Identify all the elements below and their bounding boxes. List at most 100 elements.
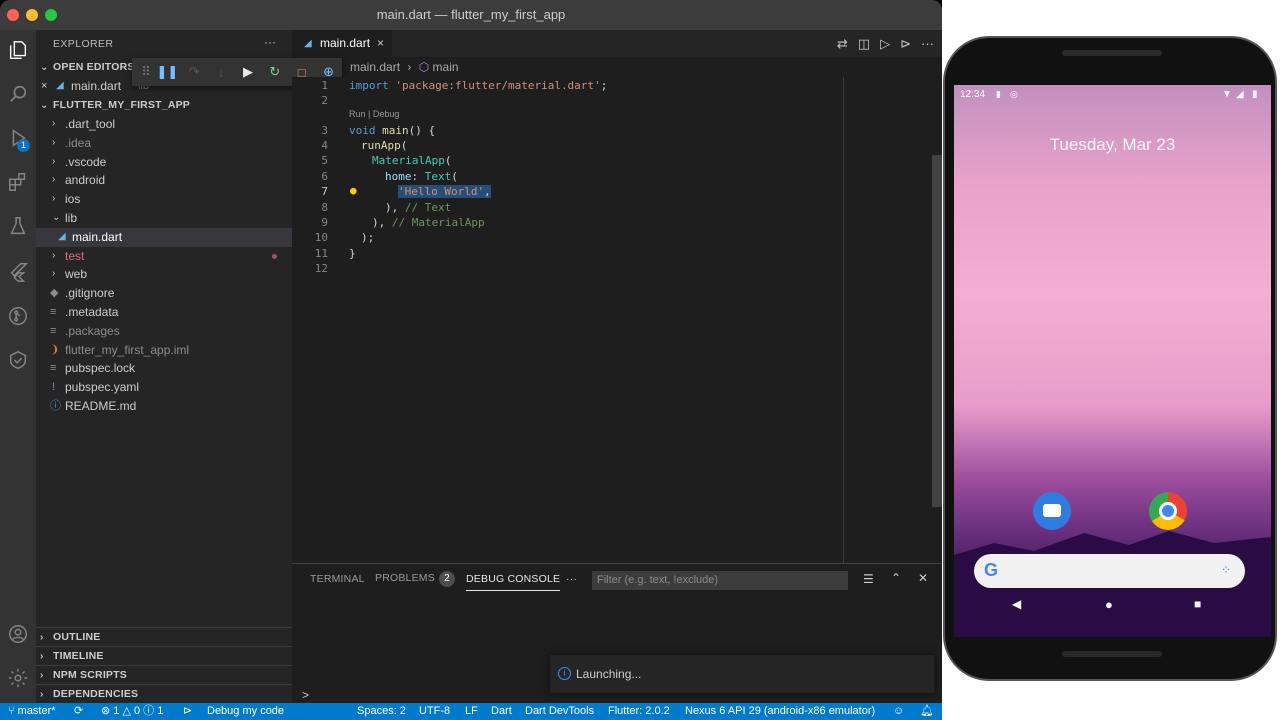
branch-status[interactable]: ⑂ master* — [8, 703, 56, 720]
tree-item-idea[interactable]: › .idea — [36, 134, 292, 153]
restart-icon[interactable]: ↻ — [261, 58, 288, 86]
chevron-right-icon: › — [52, 136, 56, 148]
phone-screen[interactable]: 12:34 ▮ ◎ ▼ ◢ ▮ Tuesday, Mar 23 G ⁘ ◀ ● … — [954, 85, 1271, 637]
encoding-status[interactable]: UTF-8 — [419, 703, 450, 720]
step-into-icon[interactable]: ↓ — [208, 58, 235, 86]
maximize-window-button[interactable] — [45, 9, 57, 21]
tab-problems[interactable]: PROBLEMS 2 — [375, 571, 455, 587]
extensions-icon[interactable] — [4, 168, 32, 196]
tree-item-test[interactable]: › test — [36, 247, 292, 266]
account-icon[interactable] — [4, 620, 32, 648]
eol-status[interactable]: LF — [465, 703, 478, 720]
drag-handle-icon[interactable]: ⠿ — [138, 58, 154, 86]
flutter-version-status[interactable]: Flutter: 2.0.2 — [608, 703, 670, 720]
panel-more-icon[interactable]: ··· — [566, 573, 577, 585]
back-nav-icon[interactable]: ◀ — [1012, 597, 1021, 611]
npm-scripts-section[interactable]: › NPM SCRIPTS — [36, 665, 292, 684]
tree-item-dart-tool[interactable]: › .dart_tool — [36, 115, 292, 134]
tree-item-iml[interactable]: ❩ flutter_my_first_app.iml — [36, 341, 292, 360]
flutter-icon[interactable] — [4, 258, 32, 286]
indentation-status[interactable]: Spaces: 2 — [357, 703, 406, 720]
file-tree: › .dart_tool › .idea › .vscode › android › io… — [36, 115, 292, 416]
breadcrumb-symbol[interactable]: main — [433, 60, 459, 74]
launching-notification: i Launching... — [550, 655, 934, 693]
tab-debug-console[interactable]: DEBUG CONSOLE — [466, 573, 561, 591]
rss-file-icon: ❩ — [50, 343, 60, 356]
pause-icon[interactable]: ❚❚ — [154, 58, 181, 86]
run-debug-codelens[interactable]: Run | Debug — [349, 109, 399, 119]
testing-icon[interactable] — [4, 212, 32, 240]
tree-item-pubspec-lock[interactable]: ≡ pubspec.lock — [36, 359, 292, 378]
tree-item-web[interactable]: › web — [36, 265, 292, 284]
debug-config-status[interactable]: Debug my code — [207, 703, 284, 720]
assistant-icon[interactable]: ⁘ — [1221, 563, 1231, 577]
console-prompt[interactable]: > — [302, 688, 309, 702]
chrome-app-icon[interactable] — [1149, 492, 1187, 530]
line-number: 6 — [321, 170, 328, 183]
clear-console-icon[interactable]: ☰ — [863, 572, 874, 586]
code-editor[interactable]: 1 2 3 4 5 6 7 8 9 10 11 12 import 'packa… — [292, 77, 942, 563]
debug-icon[interactable]: ⊳ — [900, 36, 911, 52]
outline-section[interactable]: › OUTLINE — [36, 627, 292, 646]
sync-icon[interactable]: ⟳ — [74, 703, 83, 720]
code-line-7: 'Hello World', — [398, 185, 491, 198]
project-section[interactable]: ⌄ FLUTTER_MY_FIRST_APP — [36, 96, 292, 115]
file-lines-icon: ≡ — [50, 324, 57, 337]
close-icon[interactable]: × — [377, 30, 384, 57]
tab-main-dart[interactable]: ◢ main.dart × — [292, 30, 392, 57]
close-icon[interactable]: × — [41, 77, 47, 96]
run-icon[interactable]: ▷ — [880, 36, 890, 52]
step-out-icon[interactable]: ▶ — [235, 58, 262, 86]
home-date: Tuesday, Mar 23 — [1049, 135, 1176, 154]
close-window-button[interactable] — [7, 9, 19, 21]
language-status[interactable]: Dart — [491, 703, 512, 720]
editor-scrollbar[interactable] — [932, 77, 942, 563]
recents-nav-icon[interactable]: ■ — [1194, 597, 1201, 611]
debug-launch-icon[interactable]: ⊳ — [183, 703, 192, 720]
error-dot-icon — [272, 253, 277, 259]
more-actions-icon[interactable]: ··· — [921, 36, 934, 51]
messages-app-icon[interactable] — [1033, 492, 1071, 530]
device-status[interactable]: Nexus 6 API 29 (android-x86 emulator) — [685, 703, 875, 720]
tree-item-lib[interactable]: ⌄ lib — [36, 209, 292, 228]
explorer-icon[interactable] — [4, 36, 32, 64]
tree-item-ios[interactable]: › ios — [36, 190, 292, 209]
explorer-title: EXPLORER — [53, 38, 114, 50]
dependencies-section[interactable]: › DEPENDENCIES — [36, 684, 292, 703]
breadcrumb-file[interactable]: main.dart — [350, 60, 400, 74]
devtools-status[interactable]: Dart DevTools — [525, 703, 594, 720]
search-icon[interactable] — [4, 80, 32, 108]
tab-terminal[interactable]: TERMINAL — [310, 573, 365, 585]
git-icon[interactable] — [4, 302, 32, 330]
minimize-window-button[interactable] — [26, 9, 38, 21]
maximize-panel-icon[interactable]: ⌃ — [891, 571, 901, 585]
android-emulator: 12:34 ▮ ◎ ▼ ◢ ▮ Tuesday, Mar 23 G ⁘ ◀ ● … — [942, 0, 1280, 720]
google-search-bar[interactable]: G ⁘ — [974, 554, 1245, 588]
close-panel-icon[interactable]: ✕ — [918, 571, 928, 585]
notifications-bell-icon[interactable]: 🔔︎ — [920, 703, 934, 720]
tree-item-android[interactable]: › android — [36, 171, 292, 190]
lightbulb-icon[interactable]: ● — [350, 184, 357, 197]
tree-item-main-dart[interactable]: ◢ main.dart — [36, 227, 292, 247]
explorer-more-icon[interactable]: ··· — [264, 35, 276, 49]
scrollbar-thumb[interactable] — [932, 155, 942, 507]
settings-gear-icon[interactable] — [4, 664, 32, 692]
feedback-icon[interactable]: ☺ — [893, 703, 904, 720]
run-debug-icon[interactable]: 1 — [4, 124, 32, 152]
step-over-icon[interactable]: ↷ — [181, 58, 208, 86]
debug-console-filter-input[interactable]: Filter (e.g. text, !exclude) — [592, 571, 848, 590]
tree-item-vscode[interactable]: › .vscode — [36, 153, 292, 172]
compare-changes-icon[interactable]: ⇄ — [837, 36, 848, 52]
remote-explorer-icon[interactable] — [4, 346, 32, 374]
chevron-down-icon: ⌄ — [40, 100, 49, 111]
problems-status[interactable]: ⊗ 1 △ 0 ⓘ 1 — [101, 703, 163, 720]
info-file-icon: ⓘ — [50, 399, 61, 412]
timeline-section[interactable]: › TIMELINE — [36, 646, 292, 665]
tree-item-pubspec-yaml[interactable]: ! pubspec.yaml — [36, 378, 292, 397]
split-editor-icon[interactable]: ◫ — [858, 36, 870, 52]
tree-item-gitignore[interactable]: ◆ .gitignore — [36, 284, 292, 303]
tree-item-packages[interactable]: ≡ .packages — [36, 322, 292, 341]
tree-item-metadata[interactable]: ≡ .metadata — [36, 303, 292, 322]
home-nav-icon[interactable]: ● — [1105, 597, 1113, 612]
tree-item-readme[interactable]: ⓘ README.md — [36, 397, 292, 416]
